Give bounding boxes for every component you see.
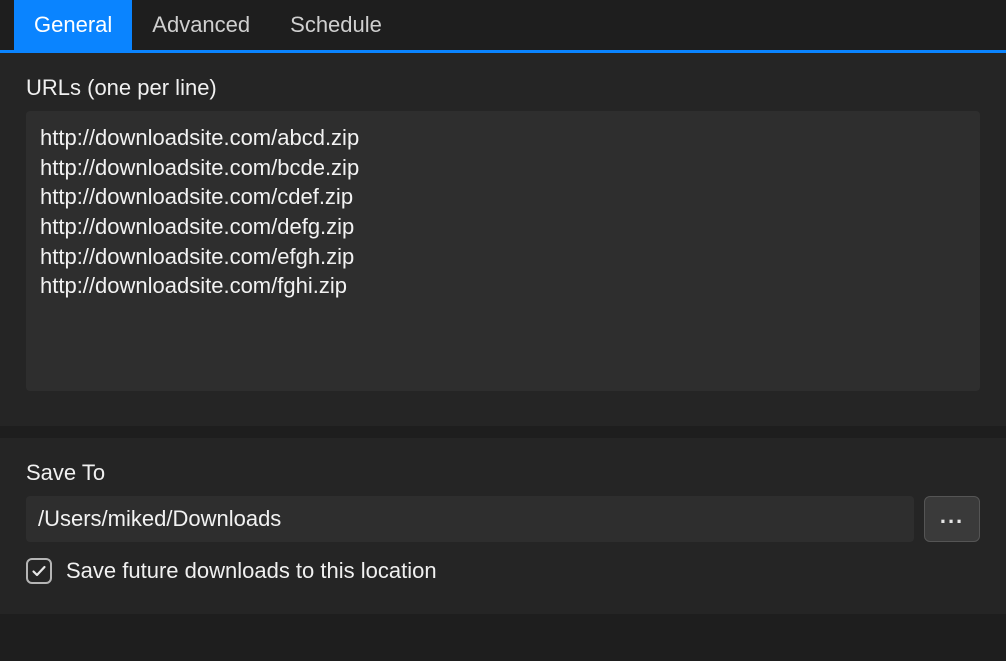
save-future-checkbox[interactable] [26,558,52,584]
save-to-section: Save To ... Save future downloads to thi… [0,438,1006,614]
save-future-label: Save future downloads to this location [66,558,437,584]
urls-section: URLs (one per line) [0,53,1006,426]
save-path-input[interactable] [26,496,914,542]
save-to-label: Save To [26,460,980,486]
save-to-row: ... [26,496,980,542]
save-future-row: Save future downloads to this location [26,558,980,584]
browse-button[interactable]: ... [924,496,980,542]
urls-label: URLs (one per line) [26,75,980,101]
urls-textarea[interactable] [26,111,980,391]
check-icon [31,563,47,579]
tab-advanced[interactable]: Advanced [132,0,270,50]
tab-bar: General Advanced Schedule [0,0,1006,53]
tab-general[interactable]: General [14,0,132,50]
tab-schedule[interactable]: Schedule [270,0,402,50]
